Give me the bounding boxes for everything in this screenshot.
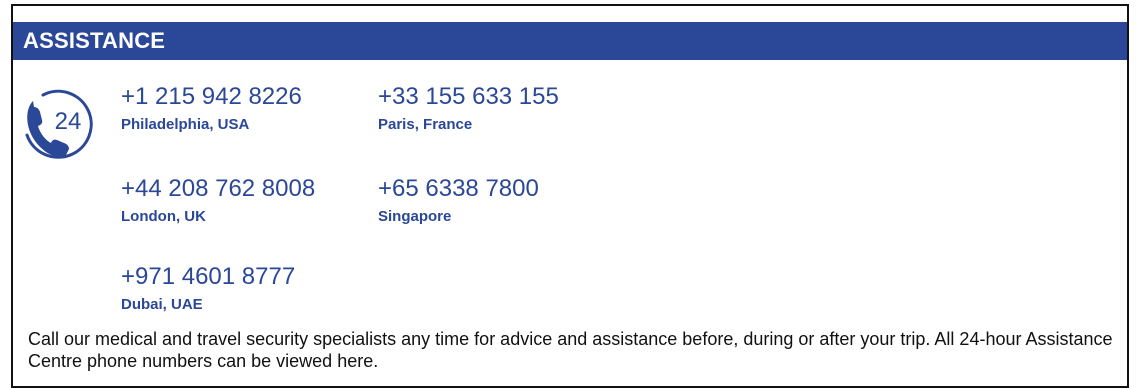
contact-dubai: +971 4601 8777 Dubai, UAE [121, 263, 295, 314]
phone-number[interactable]: +971 4601 8777 [121, 263, 295, 291]
assistance-card: ASSISTANCE 24 +1 215 942 8226 Philadelph… [11, 4, 1129, 388]
assistance-description: Call our medical and travel security spe… [28, 329, 1113, 371]
contact-philadelphia: +1 215 942 8226 Philadelphia, USA [121, 83, 302, 134]
contact-singapore: +65 6338 7800 Singapore [378, 175, 539, 226]
phone-number[interactable]: +44 208 762 8008 [121, 175, 315, 203]
phone-24-icon: 24 [21, 83, 101, 163]
city-label: Singapore [378, 208, 452, 225]
header-title: ASSISTANCE [23, 28, 166, 53]
city-label: London, UK [121, 208, 206, 225]
contact-paris: +33 155 633 155 Paris, France [378, 83, 559, 134]
assistance-header: ASSISTANCE [13, 22, 1127, 60]
city-label: Dubai, UAE [121, 296, 203, 313]
city-label: Philadelphia, USA [121, 116, 250, 133]
svg-text:24: 24 [55, 108, 82, 135]
phone-number[interactable]: +1 215 942 8226 [121, 83, 302, 111]
contact-london: +44 208 762 8008 London, UK [121, 175, 315, 226]
phone-number[interactable]: +33 155 633 155 [378, 83, 559, 111]
city-label: Paris, France [378, 116, 473, 133]
phone-number[interactable]: +65 6338 7800 [378, 175, 539, 203]
